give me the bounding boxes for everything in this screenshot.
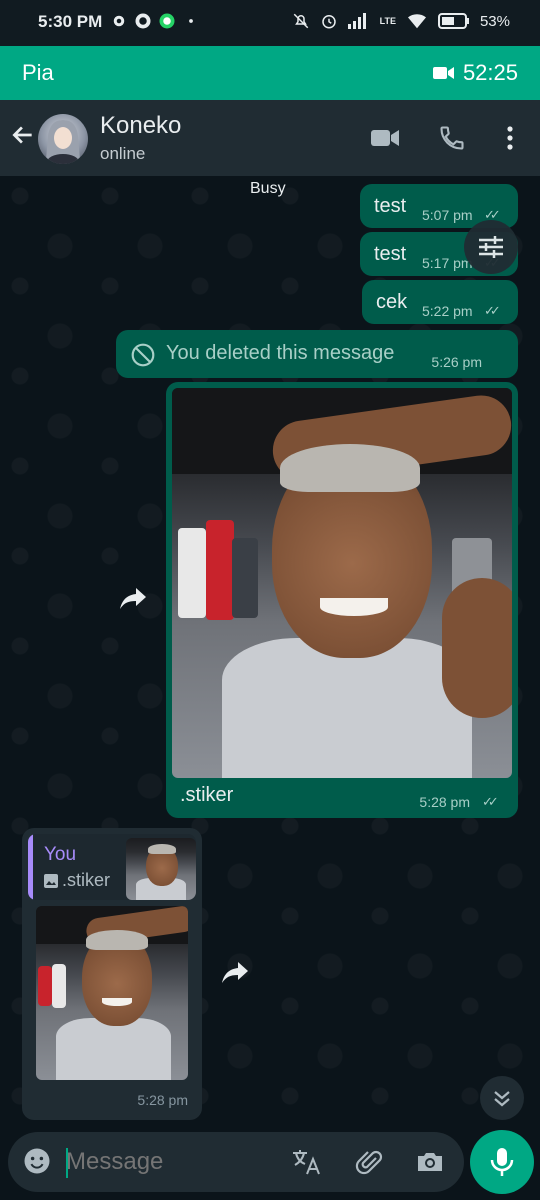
contact-about-busy: Busy <box>250 180 286 197</box>
message-bubble-incoming[interactable]: You .stiker 5:28 pm <box>22 828 202 1120</box>
forward-icon[interactable] <box>220 958 252 986</box>
scroll-to-bottom-button[interactable] <box>480 1076 524 1120</box>
call-participant-name: Pia <box>22 60 54 85</box>
chat-header: Koneko online <box>0 100 540 176</box>
quote-accent-bar <box>28 834 33 900</box>
battery-icon <box>437 13 469 29</box>
camera-icon[interactable] <box>414 1146 446 1178</box>
call-duration: 52:25 <box>462 60 518 85</box>
received-sticker-image[interactable] <box>36 906 188 1080</box>
text-cursor <box>66 1148 68 1178</box>
message-time: 5:28 pm <box>419 794 470 810</box>
blocked-icon <box>131 343 155 367</box>
gear-icon <box>113 15 125 27</box>
video-camera-icon <box>432 67 454 79</box>
double-check-icon: ✓✓ <box>484 303 501 318</box>
message-text: test <box>374 195 407 217</box>
message-time: 5:22 pm <box>422 303 473 319</box>
voice-record-button[interactable] <box>470 1130 534 1194</box>
quote-author: You <box>44 844 77 865</box>
lte-label: LTE <box>379 16 396 26</box>
alarm-icon <box>321 15 336 29</box>
translate-icon[interactable] <box>290 1146 322 1178</box>
mic-icon <box>490 1148 514 1176</box>
phone-icon[interactable] <box>438 124 466 152</box>
deleted-message-bubble[interactable]: You deleted this message 5:26 pm <box>116 330 518 378</box>
emoji-icon[interactable] <box>22 1146 52 1176</box>
message-time: 5:28 pm <box>137 1092 188 1108</box>
whatsapp-business-icon <box>159 13 175 29</box>
chat-messages-area[interactable]: Busy test 5:07 pm ✓✓ test 5:17 pm ✓✓ cek… <box>0 176 540 1130</box>
contact-name[interactable]: Koneko <box>100 112 181 140</box>
quote-thumbnail <box>126 838 196 900</box>
message-time: 5:26 pm <box>431 354 482 370</box>
message-text: cek <box>376 291 408 313</box>
forward-icon[interactable] <box>118 584 150 612</box>
image-icon <box>44 874 58 888</box>
quote-text: .stiker <box>62 870 111 890</box>
filter-options-button[interactable] <box>464 220 518 274</box>
double-check-icon: ✓✓ <box>482 794 499 809</box>
more-vert-icon[interactable] <box>498 124 522 152</box>
status-left-icons <box>110 12 200 30</box>
whatsapp-icon <box>135 13 151 29</box>
status-time: 5:30 PM <box>38 12 103 31</box>
dot-icon <box>189 19 193 23</box>
status-right-icons: LTE 53% <box>292 12 510 30</box>
message-composer <box>8 1132 464 1192</box>
video-call-icon[interactable] <box>370 124 400 152</box>
message-text: test <box>374 243 407 265</box>
battery-percent: 53% <box>479 12 510 30</box>
avatar[interactable] <box>38 114 88 164</box>
signal-icon <box>347 13 366 29</box>
message-bubble-outgoing[interactable]: cek 5:22 pm ✓✓ <box>362 280 518 324</box>
quoted-message[interactable]: You .stiker <box>28 834 196 900</box>
double-chevron-down-icon <box>494 1091 510 1107</box>
deleted-message-text: You deleted this message <box>166 342 395 364</box>
image-caption: .stiker <box>180 784 234 806</box>
sticker-photo[interactable] <box>172 388 512 778</box>
call-timer: 52:25 <box>432 60 518 86</box>
message-input[interactable] <box>66 1148 256 1176</box>
contact-status: online <box>100 144 146 163</box>
image-message-bubble[interactable]: .stiker 5:28 pm ✓✓ <box>166 382 518 818</box>
tune-icon <box>479 236 503 258</box>
attach-icon[interactable] <box>354 1146 386 1178</box>
wifi-icon <box>407 14 426 29</box>
status-bar: 5:30 PM LTE 53% <box>0 0 540 46</box>
mute-icon <box>293 13 308 29</box>
back-arrow-icon[interactable] <box>10 122 36 148</box>
ongoing-call-bar[interactable]: Pia 52:25 <box>0 46 540 100</box>
